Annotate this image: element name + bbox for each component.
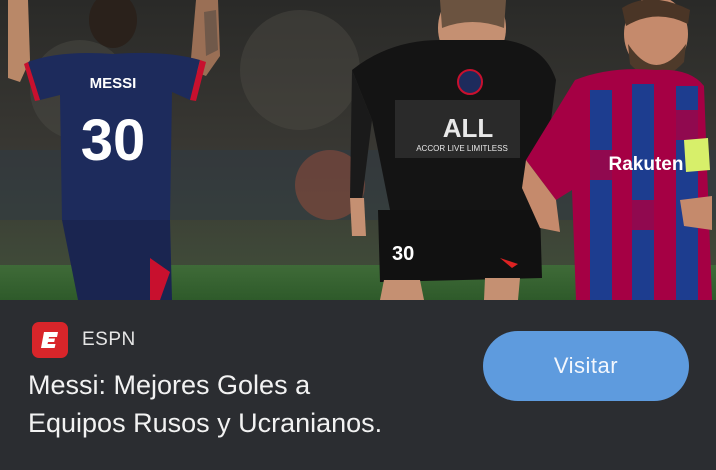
hero-image[interactable]: MESSI 30 ALL ACCOR LIVE LIMITLESS 30 Rak…	[0, 0, 716, 300]
headline[interactable]: Messi: Mejores Goles a Equipos Rusos y U…	[28, 366, 488, 442]
sponsor-right-text: Rakuten	[609, 154, 684, 175]
espn-logo-icon	[32, 322, 68, 358]
ad-card[interactable]: MESSI 30 ALL ACCOR LIVE LIMITLESS 30 Rak…	[0, 0, 716, 470]
jersey-name-text: MESSI	[90, 75, 137, 92]
sponsor-tagline-text: ACCOR LIVE LIMITLESS	[416, 144, 508, 153]
visit-button[interactable]: Visitar	[483, 331, 689, 401]
ad-footer: ESPN Messi: Mejores Goles a Equipos Ruso…	[0, 300, 716, 470]
jersey-number-text: 30	[81, 108, 146, 173]
source-name: ESPN	[82, 329, 136, 350]
source-row[interactable]: ESPN	[32, 322, 136, 358]
headline-line-1: Messi: Mejores Goles a	[28, 370, 311, 400]
sponsor-logo-text: ALL	[443, 113, 494, 143]
shorts-number-text: 30	[392, 243, 414, 265]
headline-line-2: Equipos Rusos y Ucranianos.	[28, 408, 383, 438]
